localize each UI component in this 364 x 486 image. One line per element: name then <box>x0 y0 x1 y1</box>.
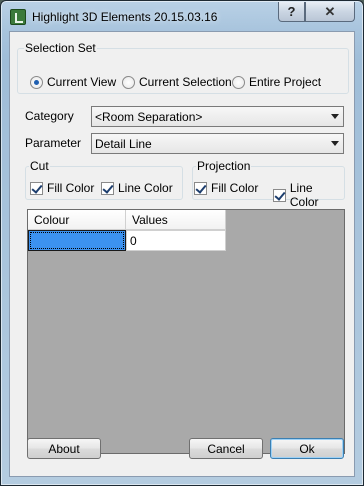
cancel-button[interactable]: Cancel <box>189 438 263 459</box>
dialog-window: Highlight 3D Elements 20.15.03.16 ? ✕ Se… <box>0 0 364 486</box>
dialog-client-area: Selection Set Current View Current Selec… <box>9 31 355 477</box>
colour-cell[interactable] <box>28 230 126 251</box>
category-label: Category <box>25 109 74 123</box>
cut-line-color-checkbox[interactable]: Line Color <box>101 181 173 195</box>
radio-entire-project-label: Entire Project <box>249 75 322 89</box>
chevron-down-icon <box>331 114 339 119</box>
category-dropdown[interactable]: <Room Separation> <box>91 106 344 127</box>
window-title: Highlight 3D Elements 20.15.03.16 <box>32 10 218 24</box>
projection-line-color-label: Line Color <box>289 181 319 209</box>
radio-current-selection-label: Current Selection <box>139 75 232 89</box>
chevron-down-icon <box>331 141 339 146</box>
close-icon: ✕ <box>324 3 336 19</box>
radio-entire-project[interactable]: Entire Project <box>232 75 321 89</box>
cut-label: Cut <box>29 159 50 173</box>
parameter-label: Parameter <box>25 136 82 150</box>
selection-set-group: Selection Set Current View Current Selec… <box>17 41 349 94</box>
checkbox-indicator <box>194 181 207 195</box>
cut-group: Cut Fill Color Line Color <box>25 159 183 200</box>
checkbox-indicator <box>273 188 286 202</box>
column-header-values[interactable]: Values <box>126 210 226 230</box>
parameter-value: Detail Line <box>95 136 152 151</box>
cut-line-color-label: Line Color <box>118 181 173 195</box>
radio-current-selection[interactable]: Current Selection <box>122 75 232 89</box>
radio-indicator <box>232 75 245 89</box>
table-row[interactable]: 0 <box>28 230 226 251</box>
grid-header: Colour Values <box>28 210 226 230</box>
radio-current-view[interactable]: Current View <box>30 75 116 89</box>
cut-fill-color-checkbox[interactable]: Fill Color <box>30 181 94 195</box>
projection-line-color-checkbox[interactable]: Line Color <box>273 181 344 209</box>
close-button[interactable]: ✕ <box>305 2 355 22</box>
column-header-colour[interactable]: Colour <box>28 210 126 230</box>
projection-fill-color-checkbox[interactable]: Fill Color <box>194 181 258 195</box>
app-icon <box>10 9 26 25</box>
projection-label: Projection <box>196 159 252 173</box>
title-bar[interactable]: Highlight 3D Elements 20.15.03.16 ? ✕ <box>1 1 363 31</box>
about-button[interactable]: About <box>27 438 101 459</box>
radio-indicator <box>30 75 43 89</box>
checkbox-indicator <box>30 181 43 195</box>
value-cell[interactable]: 0 <box>126 230 226 251</box>
help-button[interactable]: ? <box>278 2 305 22</box>
cut-fill-color-label: Fill Color <box>47 181 95 195</box>
projection-group: Projection Fill Color Line Color <box>192 159 345 209</box>
radio-current-view-label: Current View <box>47 75 117 89</box>
ok-button[interactable]: Ok <box>270 438 344 459</box>
colour-values-grid[interactable]: Colour Values 0 <box>27 209 345 454</box>
category-value: <Room Separation> <box>95 109 203 124</box>
projection-fill-color-label: Fill Color <box>211 181 259 195</box>
checkbox-indicator <box>101 181 114 195</box>
parameter-dropdown[interactable]: Detail Line <box>91 133 344 154</box>
selection-set-label: Selection Set <box>24 41 97 55</box>
radio-indicator <box>122 75 135 89</box>
